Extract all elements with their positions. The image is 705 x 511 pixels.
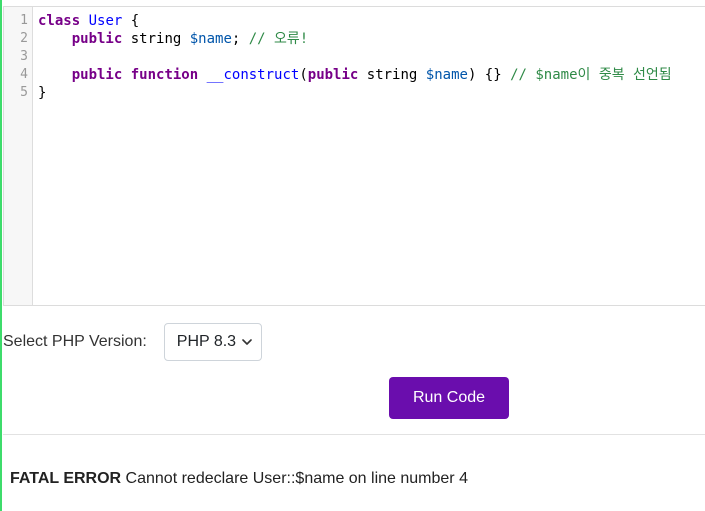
code-token: function — [130, 67, 199, 83]
code-token: { — [122, 13, 140, 29]
run-code-button[interactable]: Run Code — [389, 377, 509, 419]
output-divider — [3, 434, 705, 435]
code-token: public — [307, 67, 359, 83]
code-token: // 오류! — [248, 31, 309, 47]
code-token: $name — [425, 67, 468, 83]
line-number: 4 — [20, 67, 28, 82]
php-version-row: Select PHP Version: PHP 8.3 — [3, 323, 262, 361]
php-version-select[interactable]: PHP 8.3 — [163, 323, 262, 361]
php-version-selected: PHP 8.3 — [176, 333, 237, 350]
php-version-label: Select PHP Version: — [3, 333, 147, 350]
code-token: class — [38, 13, 81, 29]
output-message: FATAL ERROR Cannot redeclare User::$name… — [10, 470, 468, 488]
code-token: ) {} — [467, 67, 511, 83]
code-editor[interactable]: 1 2 3 4 5 class User { public string $name; … — [3, 6, 705, 306]
code-line: } — [38, 84, 705, 102]
code-area[interactable]: class User { public string $name; // 오류!… — [38, 12, 705, 102]
code-token: string — [358, 67, 426, 83]
code-token: User — [88, 13, 123, 29]
left-accent-bar — [0, 0, 2, 511]
code-line: public function __construct(public strin… — [38, 66, 705, 84]
code-token: ( — [299, 67, 308, 83]
code-token: // $name이 중복 선언됨 — [510, 67, 672, 83]
code-line: public string $name; // 오류! — [38, 30, 705, 48]
line-number-gutter: 1 2 3 4 5 — [4, 7, 33, 305]
line-number: 1 — [20, 13, 28, 28]
chevron-down-icon — [241, 339, 252, 345]
code-token: public — [71, 31, 123, 47]
code-token: public — [71, 67, 123, 83]
line-number: 3 — [20, 49, 28, 64]
code-token: ; — [231, 31, 249, 47]
fatal-error-label: FATAL ERROR — [10, 470, 122, 487]
error-message: Cannot redeclare User::$name on line num… — [121, 470, 468, 487]
code-line: class User { — [38, 12, 705, 30]
code-token: __construct — [206, 67, 300, 83]
php-runner-page: 1 2 3 4 5 class User { public string $name; … — [0, 0, 705, 511]
code-token: string — [122, 31, 190, 47]
code-token: } — [38, 85, 47, 101]
line-number: 5 — [20, 85, 28, 100]
line-number: 2 — [20, 31, 28, 46]
code-token: $name — [189, 31, 232, 47]
